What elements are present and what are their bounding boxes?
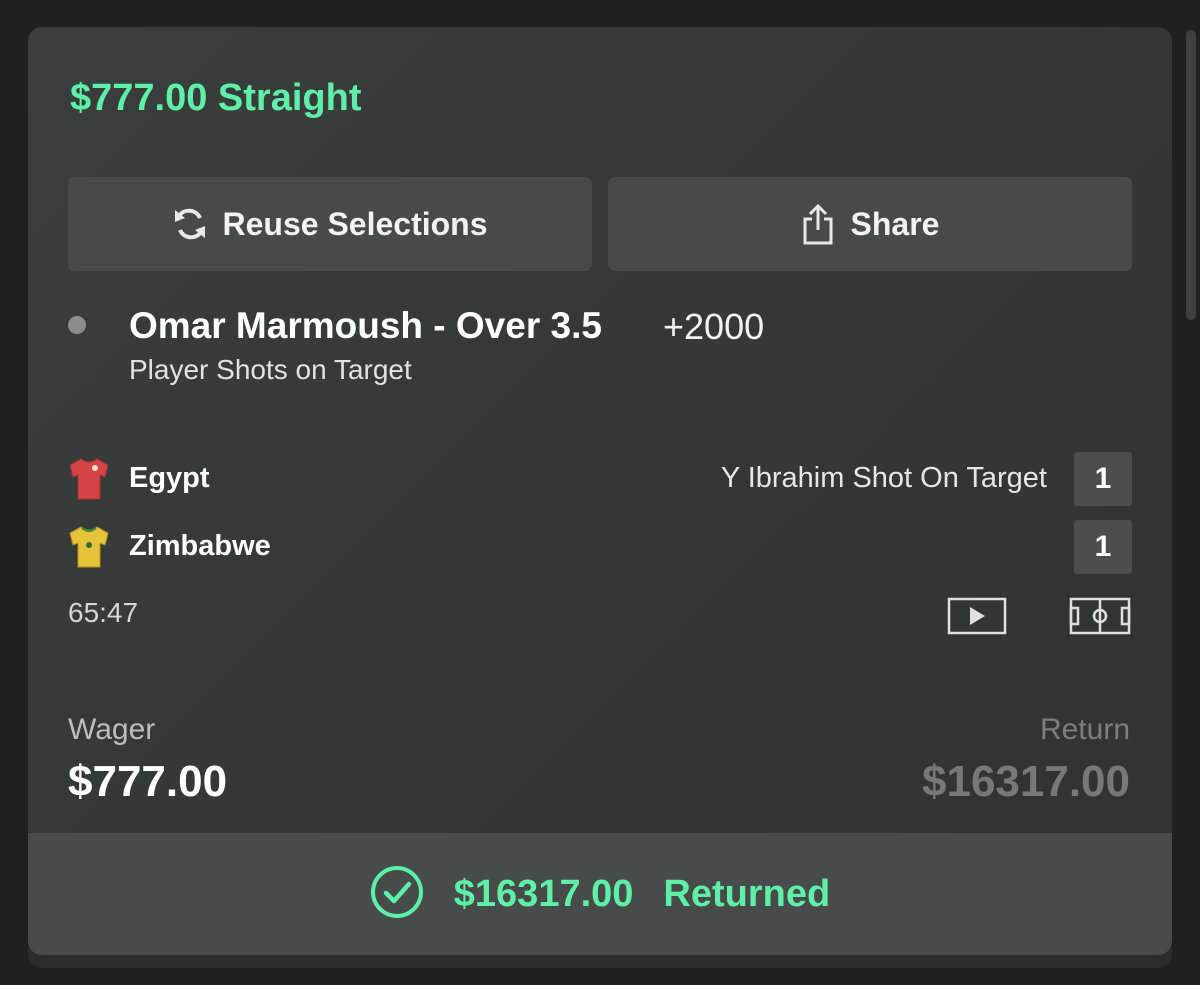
refresh-icon bbox=[173, 206, 207, 242]
yellow-jersey-icon bbox=[68, 525, 110, 574]
bet-card: $777.00 Straight Reuse Selections Share … bbox=[28, 27, 1172, 955]
scrollbar[interactable] bbox=[1186, 30, 1196, 320]
result-amount: $16317.00 bbox=[453, 872, 634, 915]
wager-label: Wager bbox=[68, 713, 156, 746]
match-clock: 65:47 bbox=[68, 597, 139, 628]
selection-status-dot bbox=[68, 316, 86, 334]
pitch-icon[interactable] bbox=[1069, 597, 1131, 640]
share-button[interactable]: Share bbox=[608, 177, 1132, 271]
team-name-zimbabwe: Zimbabwe bbox=[129, 530, 271, 562]
latest-event: Y Ibrahim Shot On Target bbox=[720, 462, 1047, 494]
selection-odds: +2000 bbox=[663, 306, 765, 347]
reuse-selections-button[interactable]: Reuse Selections bbox=[68, 177, 592, 271]
check-circle-icon bbox=[370, 865, 424, 924]
selection-market: Player Shots on Target bbox=[129, 354, 412, 385]
score-egypt: 1 bbox=[1074, 452, 1132, 506]
share-icon bbox=[801, 203, 835, 245]
return-label: Return bbox=[1039, 713, 1130, 746]
score-zimbabwe: 1 bbox=[1074, 520, 1132, 574]
result-banner: $16317.00 Returned bbox=[28, 833, 1172, 955]
return-value: $16317.00 bbox=[922, 757, 1130, 806]
bet-title: $777.00 Straight bbox=[70, 77, 362, 119]
red-jersey-icon bbox=[68, 457, 110, 506]
share-label: Share bbox=[850, 205, 940, 242]
reuse-selections-label: Reuse Selections bbox=[222, 205, 488, 242]
result-label: Returned bbox=[663, 872, 831, 915]
team-name-egypt: Egypt bbox=[129, 462, 210, 494]
video-icon[interactable] bbox=[947, 597, 1007, 640]
selection-title: Omar Marmoush - Over 3.5 bbox=[129, 305, 602, 346]
wager-value: $777.00 bbox=[68, 757, 228, 806]
